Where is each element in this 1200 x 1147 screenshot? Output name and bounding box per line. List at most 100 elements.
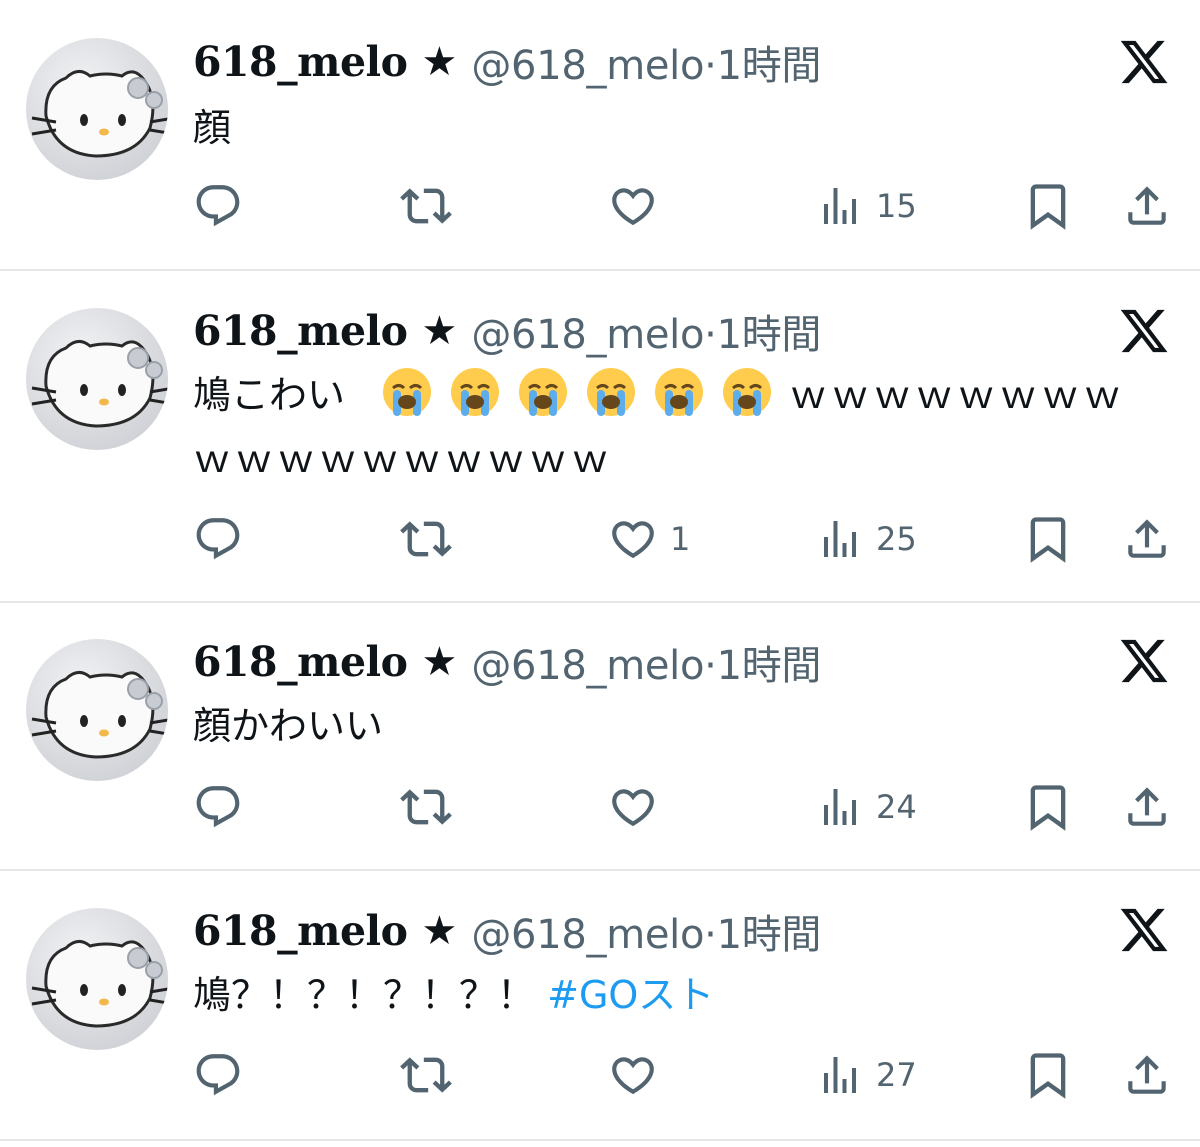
tweet-actions: 1 25 (0, 509, 1200, 569)
retweet-icon (400, 521, 452, 557)
loudly-crying-face-icon (383, 368, 432, 416)
avatar[interactable] (26, 38, 168, 180)
heart-icon (612, 188, 654, 226)
tweet[interactable]: 618_melo ★ @618_melo·1時間 鳩こわい ｗｗｗｗｗｗｗｗ ｗ… (0, 271, 1200, 602)
x-logo-icon (1120, 639, 1168, 683)
timestamp[interactable]: 1時間 (717, 643, 822, 689)
display-name[interactable]: 618_melo (193, 307, 408, 355)
reply-button[interactable] (193, 176, 243, 236)
views-count: 27 (876, 1056, 917, 1094)
reply-icon (196, 518, 240, 560)
star-badge: ★ (421, 39, 458, 85)
tweet-text: 鳩こわい ｗｗｗｗｗｗｗｗ ｗｗｗｗｗｗｗｗｗｗ (193, 363, 1183, 491)
bookmark-button[interactable] (1022, 777, 1074, 837)
like-button[interactable] (608, 176, 670, 236)
display-name[interactable]: 618_melo (193, 38, 408, 86)
avatar[interactable] (26, 908, 168, 1050)
views-count: 15 (876, 187, 917, 225)
like-count: 1 (670, 520, 691, 558)
reply-button[interactable] (193, 509, 243, 569)
reply-icon (196, 1054, 240, 1096)
reply-button[interactable] (193, 1045, 243, 1105)
tweet[interactable]: 618_melo ★ @618_melo·1時間 顔かわいい 24 (0, 603, 1200, 870)
tweet-actions: 15 (0, 176, 1200, 236)
retweet-button[interactable] (400, 1045, 452, 1105)
tweet-text: 顔かわいい (193, 704, 384, 748)
avatar[interactable] (26, 639, 168, 781)
bookmark-button[interactable] (1022, 176, 1074, 236)
tweet-feed: 618_melo ★ @618_melo·1時間 顔 15 618_melo ★… (0, 0, 1200, 1147)
username-handle[interactable]: @618_melo·1時間 (471, 302, 821, 360)
retweet-icon (400, 1057, 452, 1093)
star-badge: ★ (421, 908, 458, 954)
timestamp[interactable]: 1時間 (717, 912, 822, 958)
tweet-header: 618_melo ★ @618_melo·1時間 (193, 899, 821, 963)
views-button[interactable]: 27 (816, 1045, 917, 1105)
bookmark-icon (1030, 1053, 1066, 1099)
star-badge: ★ (421, 308, 458, 354)
share-icon (1128, 186, 1166, 225)
heart-icon (612, 1057, 654, 1095)
retweet-button[interactable] (400, 509, 452, 569)
tweet-header: 618_melo ★ @618_melo·1時間 (193, 30, 821, 94)
share-button[interactable] (1122, 777, 1172, 837)
bookmark-button[interactable] (1022, 1045, 1074, 1105)
tweet[interactable]: 618_melo ★ @618_melo·1時間 顔 15 (0, 0, 1200, 270)
share-icon (1128, 519, 1166, 558)
tweet-actions: 24 (0, 777, 1200, 837)
like-button[interactable]: 1 (608, 509, 690, 569)
tweet-text: 顔 (193, 106, 232, 150)
x-logo-icon (1120, 309, 1168, 353)
share-icon (1128, 1055, 1166, 1094)
loudly-crying-face-icon (587, 368, 636, 416)
share-button[interactable] (1122, 176, 1172, 236)
bookmark-icon (1030, 517, 1066, 563)
heart-icon (612, 521, 654, 559)
loudly-crying-face-icon (655, 368, 704, 416)
views-button[interactable]: 24 (816, 777, 917, 837)
heart-icon (612, 789, 654, 827)
loudly-crying-face-icon (451, 368, 500, 416)
reply-icon (196, 185, 240, 227)
analytics-icon (824, 188, 856, 224)
bookmark-button[interactable] (1022, 509, 1074, 569)
share-icon (1128, 787, 1166, 826)
views-button[interactable]: 15 (816, 176, 917, 236)
timestamp[interactable]: 1時間 (717, 312, 822, 358)
username-handle[interactable]: @618_melo·1時間 (471, 633, 821, 691)
like-button[interactable] (608, 1045, 670, 1105)
views-count: 24 (876, 788, 917, 826)
retweet-icon (400, 188, 452, 224)
retweet-button[interactable] (400, 176, 452, 236)
display-name[interactable]: 618_melo (193, 638, 408, 686)
loudly-crying-face-icon (519, 368, 568, 416)
timestamp[interactable]: 1時間 (717, 43, 822, 89)
views-button[interactable]: 25 (816, 509, 917, 569)
tweet-divider (0, 1139, 1200, 1141)
retweet-icon (400, 789, 452, 825)
tweet-actions: 27 (0, 1045, 1200, 1105)
tweet-header: 618_melo ★ @618_melo·1時間 (193, 299, 821, 363)
reply-button[interactable] (193, 777, 243, 837)
reply-icon (196, 786, 240, 828)
avatar[interactable] (26, 308, 168, 450)
username-handle[interactable]: @618_melo·1時間 (471, 902, 821, 960)
hashtag-link[interactable]: #GOスト (547, 973, 714, 1017)
views-count: 25 (876, 520, 917, 558)
analytics-icon (824, 521, 856, 557)
share-button[interactable] (1122, 509, 1172, 569)
star-badge: ★ (421, 639, 458, 685)
retweet-button[interactable] (400, 777, 452, 837)
tweet-text: 鳩？！？！？！？！ #GOスト (193, 973, 715, 1017)
tweet[interactable]: 618_melo ★ @618_melo·1時間 鳩？！？！？！？！ #GOスト… (0, 871, 1200, 1139)
bookmark-icon (1030, 785, 1066, 831)
x-logo-icon (1120, 908, 1168, 952)
share-button[interactable] (1122, 1045, 1172, 1105)
analytics-icon (824, 1057, 856, 1093)
analytics-icon (824, 789, 856, 825)
x-logo-icon (1120, 40, 1168, 84)
like-button[interactable] (608, 777, 670, 837)
username-handle[interactable]: @618_melo·1時間 (471, 33, 821, 91)
display-name[interactable]: 618_melo (193, 907, 408, 955)
bookmark-icon (1030, 184, 1066, 230)
